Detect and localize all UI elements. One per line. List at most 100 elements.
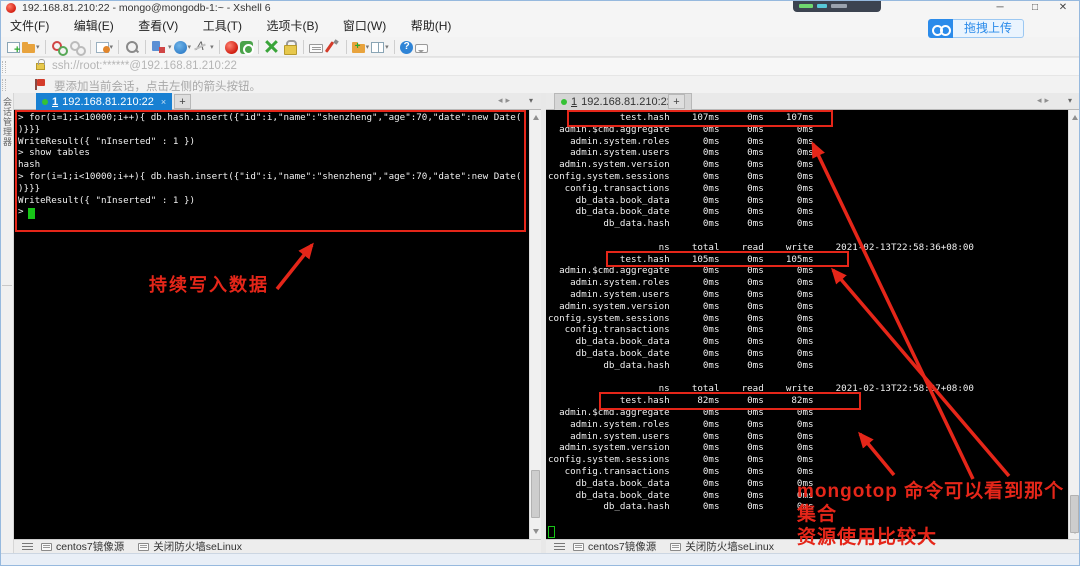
- right-terminal-text: test.hash 107ms 0ms 107ms admin.$cmd.agg…: [546, 110, 1068, 513]
- keyboard-icon: [138, 543, 149, 551]
- session-manager-vertical-tab[interactable]: 会话管理器: [1, 97, 14, 147]
- session-properties-icon[interactable]: [96, 42, 109, 53]
- find-icon[interactable]: [124, 39, 140, 55]
- layout-split-icon[interactable]: [371, 42, 384, 53]
- address-bar-grip[interactable]: [2, 61, 6, 73]
- quick-command-label: centos7镜像源: [588, 539, 656, 554]
- side-strip: 会话管理器: [0, 93, 14, 553]
- title-bar: 192.168.81.210:22 - mongo@mongodb-1:~ - …: [0, 0, 1080, 16]
- flag-icon: [37, 79, 45, 86]
- bottom-status-strip: [0, 553, 1080, 566]
- layout-caret[interactable]: ▾: [385, 43, 389, 51]
- annotation-right-line2: 资源使用比较大: [797, 526, 1080, 549]
- xshell-app-icon: [6, 3, 16, 13]
- annotation-box-testhash-82ms: [599, 392, 861, 410]
- keyboard-icon: [41, 543, 52, 551]
- annotation-right-line1: mongotop 命令可以看到那个集合: [797, 480, 1080, 526]
- encoding-globe-icon[interactable]: [174, 41, 187, 54]
- left-tab-bar: 1 192.168.81.210:22 × + ◂▸ ▾: [14, 93, 541, 110]
- color-scheme-icon[interactable]: [151, 39, 167, 55]
- font-caret[interactable]: ▾: [210, 43, 214, 51]
- tab-left-session[interactable]: 1 192.168.81.210:22 ×: [36, 93, 172, 110]
- session-properties-caret[interactable]: ▾: [110, 43, 114, 51]
- tab-scroll-arrows[interactable]: ◂▸: [498, 95, 513, 106]
- notice-bar: 要添加当前会话，点击左侧的箭头按钮。: [0, 75, 1080, 93]
- menu-file[interactable]: 文件(F): [0, 16, 59, 37]
- annotation-box-left-commands: [15, 110, 526, 232]
- notice-text: 要添加当前会话，点击左侧的箭头按钮。: [54, 78, 261, 94]
- feedback-icon[interactable]: [415, 44, 428, 53]
- tab-scroll-arrows[interactable]: ◂▸: [1037, 95, 1052, 106]
- new-session-icon[interactable]: [7, 42, 20, 53]
- xftp-icon[interactable]: [240, 41, 253, 54]
- keyboard-icon: [573, 543, 584, 551]
- left-scrollbar[interactable]: [529, 110, 541, 539]
- quickbar-menu-icon[interactable]: [554, 543, 565, 550]
- menu-tab[interactable]: 选项卡(B): [256, 16, 328, 37]
- right-scrollbar[interactable]: [1068, 110, 1080, 539]
- menu-window[interactable]: 窗口(W): [333, 16, 396, 37]
- right-terminal[interactable]: test.hash 107ms 0ms 107ms admin.$cmd.agg…: [546, 110, 1068, 539]
- drag-upload-badge[interactable]: 拖拽上传: [928, 19, 1024, 38]
- encoding-caret[interactable]: ▾: [188, 43, 192, 51]
- menu-bar: 文件(F) 编辑(E) 查看(V) 工具(T) 选项卡(B) 窗口(W) 帮助(…: [0, 16, 1080, 37]
- tab-list-dropdown-icon[interactable]: ▾: [529, 96, 533, 105]
- annotation-box-testhash-107ms: [567, 110, 833, 127]
- address-bar: ssh://root:******@192.168.81.210:22: [0, 57, 1080, 75]
- quick-command-bar: centos7镜像源 关闭防火墙seLinux: [14, 539, 541, 553]
- netdisk-icon: [928, 19, 953, 38]
- tab-list-dropdown-icon[interactable]: ▾: [1068, 96, 1072, 105]
- quick-command-label: 关闭防火墙seLinux: [685, 539, 774, 554]
- fullscreen-icon[interactable]: [264, 39, 280, 55]
- reconnect-icon[interactable]: [51, 39, 67, 55]
- quick-command-label: centos7镜像源: [56, 539, 124, 554]
- session-url[interactable]: ssh://root:******@192.168.81.210:22: [52, 60, 237, 72]
- disconnect-icon[interactable]: [69, 39, 85, 55]
- open-session-icon[interactable]: [22, 44, 35, 53]
- close-button[interactable]: ✕: [1048, 0, 1078, 16]
- font-icon[interactable]: [193, 39, 209, 55]
- scrollbar-thumb[interactable]: [531, 470, 540, 518]
- scroll-down-icon[interactable]: [533, 529, 539, 534]
- quickbar-menu-icon[interactable]: [22, 543, 33, 550]
- lock-icon[interactable]: [282, 39, 298, 55]
- new-tab-button[interactable]: +: [668, 94, 685, 109]
- right-tab-bar: 1 192.168.81.210:22 × + ◂▸ ▾: [546, 93, 1080, 110]
- scroll-up-icon[interactable]: [1072, 115, 1078, 120]
- quick-command-label: 关闭防火墙seLinux: [153, 539, 242, 554]
- scroll-up-icon[interactable]: [533, 115, 539, 120]
- notice-bar-grip[interactable]: [2, 79, 6, 91]
- quick-command-button[interactable]: centos7镜像源: [41, 539, 124, 554]
- keyboard-icon: [670, 543, 681, 551]
- menu-view[interactable]: 查看(V): [128, 16, 188, 37]
- toolbar: ▾ ▾ ▾ ▾ ▾ ▾ ▾: [0, 37, 1080, 57]
- maximize-button[interactable]: □: [1020, 0, 1050, 16]
- ssl-lock-icon: [36, 63, 45, 70]
- annotation-text-right: mongotop 命令可以看到那个集合 资源使用比较大: [797, 480, 1080, 549]
- compose-keyboard-icon[interactable]: [309, 44, 323, 53]
- help-icon[interactable]: [400, 41, 413, 54]
- open-session-caret[interactable]: ▾: [36, 43, 40, 51]
- xagent-icon[interactable]: [225, 41, 238, 54]
- window-title: 192.168.81.210:22 - mongo@mongodb-1:~ - …: [22, 2, 271, 14]
- quick-command-button[interactable]: 关闭防火墙seLinux: [670, 539, 774, 554]
- right-terminal-cursor: [548, 526, 555, 538]
- menu-help[interactable]: 帮助(H): [401, 16, 462, 37]
- annotation-box-testhash-105ms: [606, 251, 849, 267]
- connected-dot-icon: [42, 99, 48, 105]
- transfer-caret[interactable]: ▾: [366, 43, 370, 51]
- side-strip-divider: [2, 285, 12, 286]
- connected-dot-icon: [561, 99, 567, 105]
- new-file-transfer-icon[interactable]: [352, 44, 365, 53]
- tab-close-icon[interactable]: ×: [161, 97, 166, 107]
- quick-command-button[interactable]: 关闭防火墙seLinux: [138, 539, 242, 554]
- new-tab-button[interactable]: +: [174, 94, 191, 109]
- color-scheme-caret[interactable]: ▾: [168, 43, 172, 51]
- tab-label: 192.168.81.210:22: [581, 96, 673, 108]
- drag-upload-label: 拖拽上传: [953, 19, 1024, 38]
- menu-edit[interactable]: 编辑(E): [64, 16, 124, 37]
- menu-tools[interactable]: 工具(T): [193, 16, 252, 37]
- minimize-button[interactable]: ─: [985, 0, 1015, 16]
- highlight-pen-icon[interactable]: [325, 39, 341, 55]
- quick-command-button[interactable]: centos7镜像源: [573, 539, 656, 554]
